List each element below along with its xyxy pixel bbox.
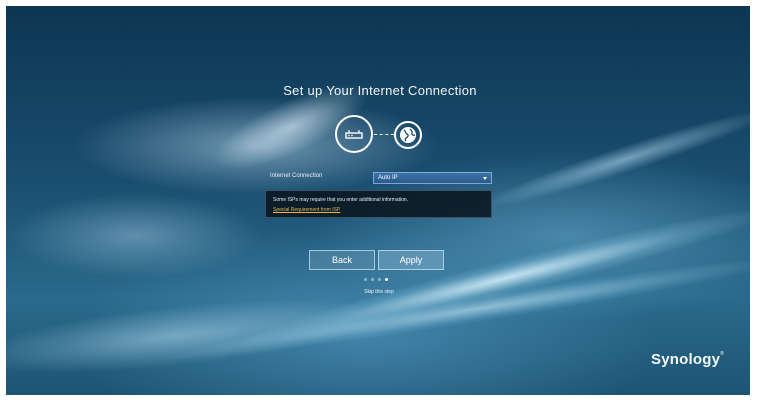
globe-icon — [394, 121, 422, 149]
step-dot — [364, 278, 367, 281]
background-light-streak — [6, 284, 388, 388]
background-light-streak — [479, 100, 750, 218]
skip-step-link[interactable]: Skip this step — [0, 289, 758, 295]
router-icon — [335, 115, 373, 153]
logo-mark: ® — [720, 351, 724, 357]
synology-logo: Synology® — [651, 351, 724, 368]
chevron-down-icon[interactable] — [483, 177, 487, 180]
background-light-streak — [230, 193, 750, 363]
connection-diagram — [335, 115, 425, 157]
isp-requirement-link[interactable]: Special Requirement from ISP — [273, 207, 340, 213]
step-dot-active — [385, 278, 388, 281]
internet-connection-select[interactable]: Auto IP — [373, 172, 492, 184]
connection-line — [374, 134, 394, 135]
back-button[interactable]: Back — [309, 250, 375, 270]
apply-button[interactable]: Apply — [378, 250, 444, 270]
logo-text: Synology — [651, 351, 721, 368]
internet-connection-value: Auto IP — [378, 175, 398, 181]
step-dot — [378, 278, 381, 281]
page-title: Set up Your Internet Connection — [283, 83, 477, 98]
step-indicator — [364, 278, 394, 282]
isp-info-text: Some ISPs may require that you enter add… — [273, 197, 409, 203]
internet-connection-label: Internet Connection — [270, 173, 323, 179]
isp-info-box: Some ISPs may require that you enter add… — [265, 190, 492, 218]
step-dot — [371, 278, 374, 281]
